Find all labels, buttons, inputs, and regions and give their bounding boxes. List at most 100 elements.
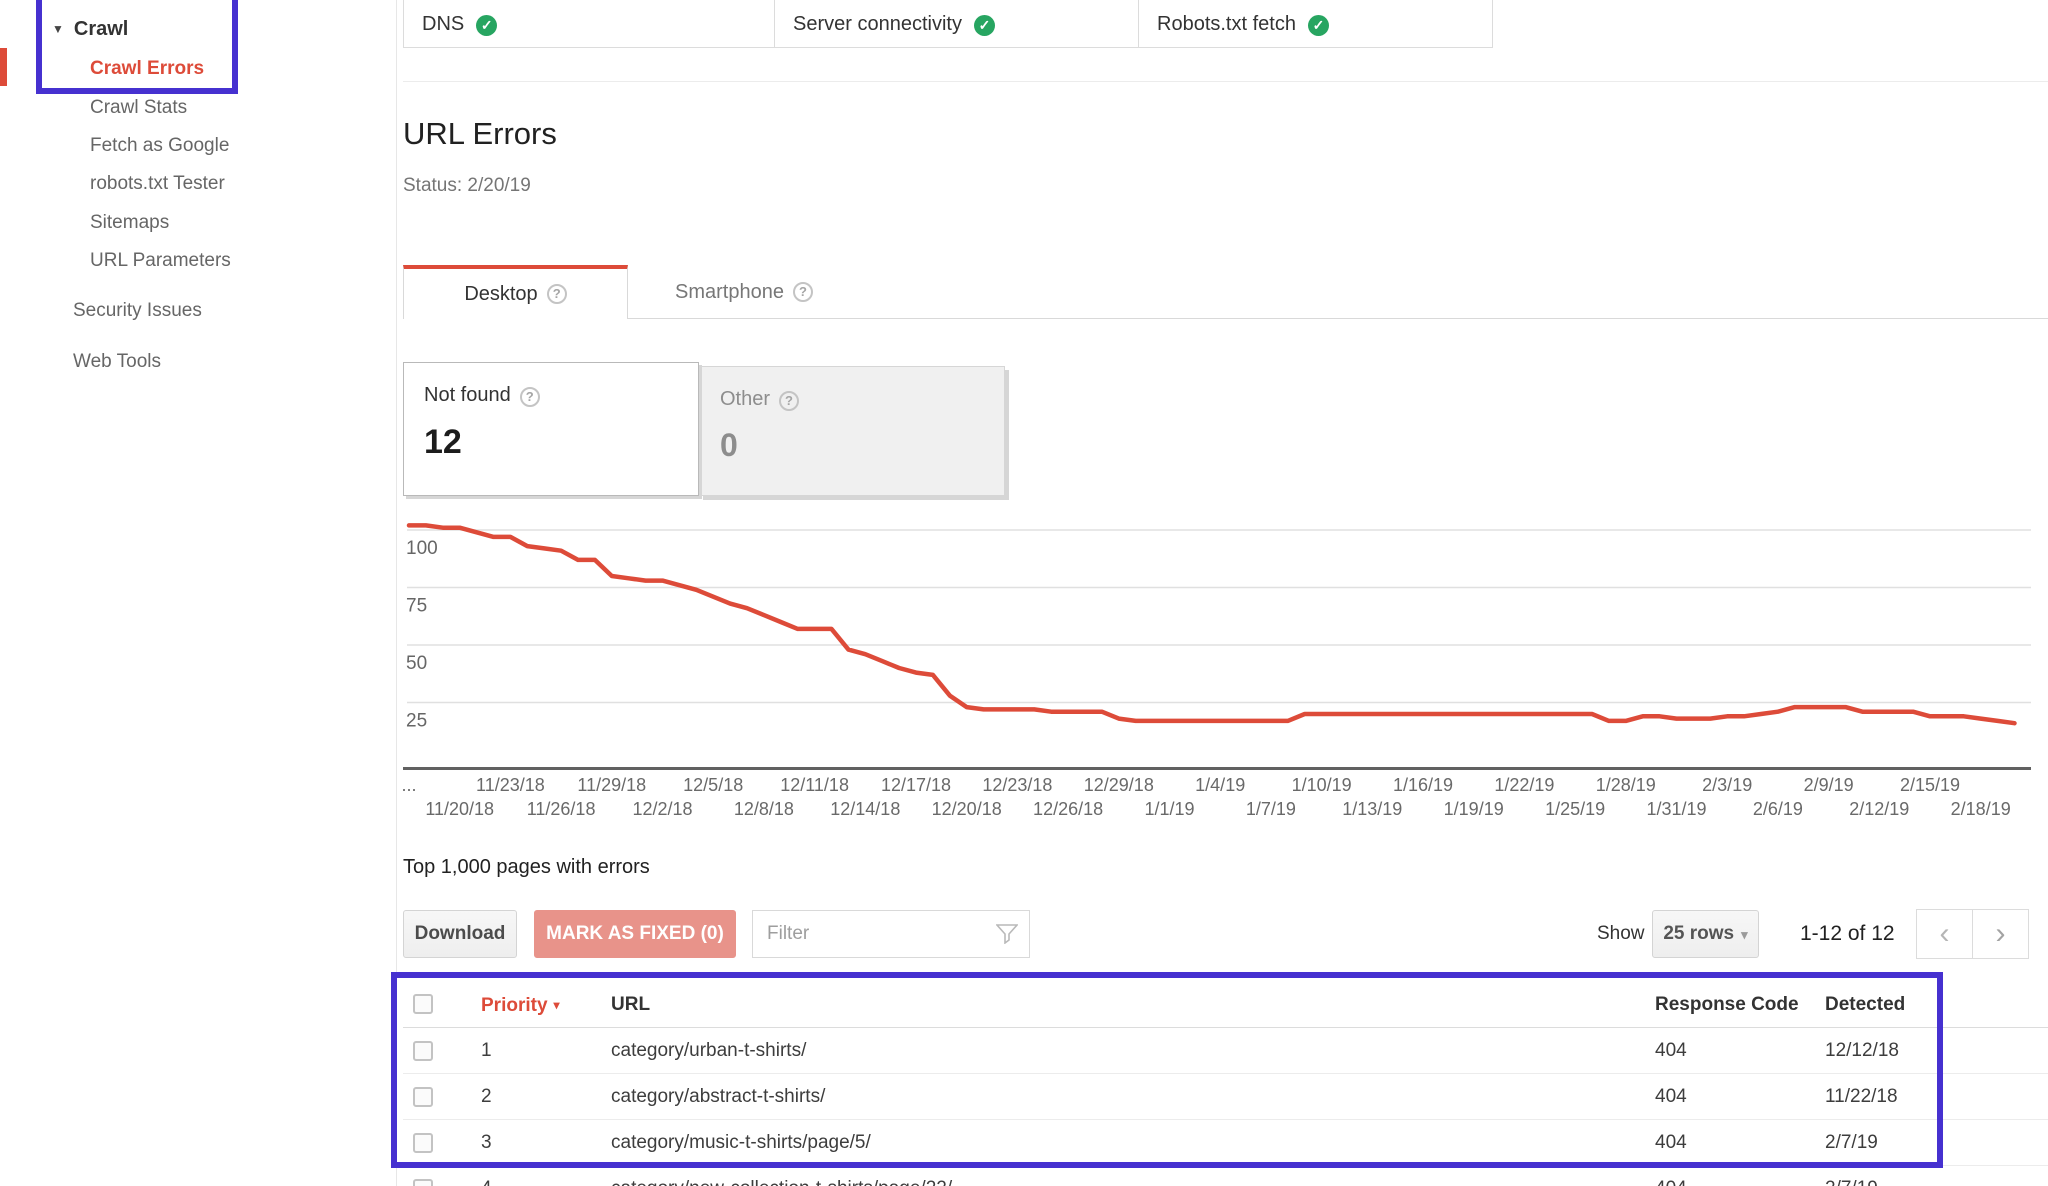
x-axis-tick-label: 12/8/18 [733, 799, 794, 819]
row-checkbox[interactable] [413, 1041, 433, 1061]
health-box-robots-txt-fetch[interactable]: Robots.txt fetch ✓ [1138, 0, 1493, 48]
x-axis-tick-label: 2/9/19 [1803, 775, 1854, 795]
sidebar-item-crawl[interactable]: ▼ Crawl [52, 18, 128, 41]
sidebar-item-label: Crawl [73, 18, 129, 40]
x-axis-tick-label: 12/26/18 [1033, 799, 1104, 819]
sidebar-item-label: robots.txt Tester [90, 173, 225, 194]
tab-smartphone[interactable]: Smartphone? [628, 265, 860, 319]
priority-cell: 3 [481, 1132, 492, 1153]
priority-header-label: Priority [481, 995, 548, 1016]
sidebar-item-sitemaps[interactable]: Sitemaps [90, 212, 169, 234]
response-code-cell: 404 [1655, 1086, 1687, 1107]
x-axis-tick-label: 2/3/19 [1702, 775, 1753, 795]
y-axis-tick-label: 25 [406, 711, 427, 732]
header-divider [403, 81, 2048, 82]
row-checkbox[interactable] [413, 1087, 433, 1107]
health-box-label: Server connectivity [793, 13, 962, 35]
url-cell[interactable]: category/new-collection-t-shirts/page/22… [611, 1166, 952, 1186]
x-axis-tick-label: 1/25/19 [1545, 799, 1606, 819]
sidebar-item-security-issues[interactable]: Security Issues [73, 300, 202, 322]
row-checkbox[interactable] [413, 1133, 433, 1153]
site-health-row: DNS ✓ Server connectivity ✓ Robots.txt fetch… [403, 0, 1493, 48]
response-code-cell: 404 [1655, 1040, 1687, 1061]
table-row: 2 category/abstract-t-shirts/404 11/22/18 [403, 1074, 2048, 1120]
x-axis-tick-label: 2/12/19 [1849, 799, 1910, 819]
x-axis-tick-label: 1/28/19 [1595, 775, 1656, 795]
x-axis-tick-label: 2/6/19 [1752, 799, 1803, 819]
error-type-not-found[interactable]: Not found? 12 [403, 362, 699, 496]
rows-per-page-select[interactable]: 25 rows ▾ [1652, 910, 1759, 958]
sidebar-item-robots-txt-tester[interactable]: robots.txt Tester [90, 173, 225, 195]
sidebar-item-label: Sitemaps [90, 212, 170, 233]
sidebar-item-web-tools[interactable]: Web Tools [73, 351, 161, 373]
filter-field-wrap [752, 910, 1030, 958]
help-icon[interactable]: ? [519, 387, 540, 407]
url-cell[interactable]: category/music-t-shirts/page/5/ [611, 1120, 871, 1166]
row-checkbox[interactable] [413, 1179, 433, 1186]
page-status: Status: 2/20/19 [403, 175, 531, 196]
x-axis-tick-label: 1/16/19 [1392, 775, 1454, 795]
table-row: 3 category/music-t-shirts/page/5/404 2/7/1… [403, 1120, 2048, 1166]
priority-cell: 2 [481, 1086, 492, 1107]
url-cell[interactable]: category/urban-t-shirts/ [611, 1028, 806, 1074]
response-code-cell: 404 [1655, 1166, 1687, 1186]
sidebar-item-label: Security Issues [73, 300, 202, 321]
detected-cell: 11/22/18 [1825, 1086, 1898, 1107]
crawl-errors-page: ▼ Crawl Crawl Errors Crawl Stats Fetch as Go… [0, 0, 2048, 1186]
download-button[interactable]: Download [403, 910, 517, 958]
x-axis-tick-label: 1/22/19 [1494, 775, 1555, 795]
detected-cell: 2/7/19 [1825, 1166, 1878, 1186]
error-type-other[interactable]: Other? 0 [699, 366, 1005, 496]
x-axis-tick-label: 2/15/19 [1899, 775, 1961, 795]
health-box-label: DNS [422, 13, 465, 35]
x-axis-tick-label: 11/20/18 [425, 799, 495, 819]
x-axis-tick-label: 1/7/19 [1245, 799, 1296, 819]
x-axis-tick-label: 12/14/18 [830, 799, 901, 819]
ok-check-icon: ✓ [1307, 15, 1329, 36]
expand-triangle-icon: ▼ [52, 22, 64, 36]
sort-descending-icon: ▾ [553, 998, 560, 1012]
filter-input[interactable] [752, 910, 1030, 958]
table-heading: Top 1,000 pages with errors [403, 856, 650, 878]
filter-funnel-icon [996, 924, 1018, 944]
help-icon[interactable]: ? [792, 282, 813, 302]
x-axis-tick-label: 11/29/18 [577, 775, 647, 795]
sidebar-item-crawl-stats[interactable]: Crawl Stats [90, 97, 187, 119]
help-icon[interactable]: ? [546, 284, 567, 304]
tab-label: Smartphone [675, 280, 784, 303]
x-axis-tick-label: 1/10/19 [1291, 775, 1352, 795]
table-row: 4 category/new-collection-t-shirts/page/2… [403, 1166, 2048, 1186]
priority-column-header[interactable]: Priority ▾ [481, 982, 560, 1029]
help-icon[interactable]: ? [779, 391, 800, 411]
health-box-label: Robots.txt fetch [1157, 13, 1296, 35]
error-type-count: 12 [424, 423, 462, 461]
url-cell[interactable]: category/abstract-t-shirts/ [611, 1074, 825, 1120]
error-type-label-row: Other? [720, 388, 1004, 411]
show-label: Show [1597, 923, 1645, 944]
x-axis-tick-label: 11/23/18 [476, 775, 545, 795]
x-axis-tick-label: 1/4/19 [1195, 775, 1246, 795]
select-all-checkbox[interactable] [413, 994, 433, 1014]
error-type-count: 0 [720, 427, 738, 463]
sidebar-item-fetch-as-google[interactable]: Fetch as Google [90, 135, 229, 157]
x-axis-tick-label: 12/23/18 [982, 775, 1053, 795]
x-axis-tick-label: 2/18/19 [1950, 799, 2011, 819]
y-axis-tick-label: 50 [406, 653, 427, 674]
ok-check-icon: ✓ [476, 15, 498, 36]
rows-per-page-value: 25 rows [1663, 923, 1735, 944]
mark-as-fixed-button[interactable]: MARK AS FIXED (0) [534, 910, 736, 958]
table-row: 1 category/urban-t-shirts/404 12/12/18 [403, 1028, 2048, 1074]
next-page-button[interactable]: › [1972, 909, 2029, 959]
x-axis-tick-label: 1/19/19 [1443, 799, 1504, 819]
detected-column-header: Detected [1825, 994, 1906, 1015]
sidebar-item-label: URL Parameters [90, 250, 231, 271]
health-box-server-connectivity[interactable]: Server connectivity ✓ [774, 0, 1139, 48]
errors-line-chart: 100 75 50 25 [403, 523, 2031, 770]
sidebar-item-crawl-errors[interactable]: Crawl Errors [90, 58, 204, 80]
tab-desktop[interactable]: Desktop? [403, 265, 628, 319]
health-box-dns[interactable]: DNS ✓ [403, 0, 775, 48]
pagination-range: 1-12 of 12 [1800, 922, 1895, 945]
url-column-header[interactable]: URL [611, 982, 650, 1028]
sidebar-item-url-parameters[interactable]: URL Parameters [90, 250, 231, 272]
previous-page-button[interactable]: ‹ [1916, 909, 1973, 959]
